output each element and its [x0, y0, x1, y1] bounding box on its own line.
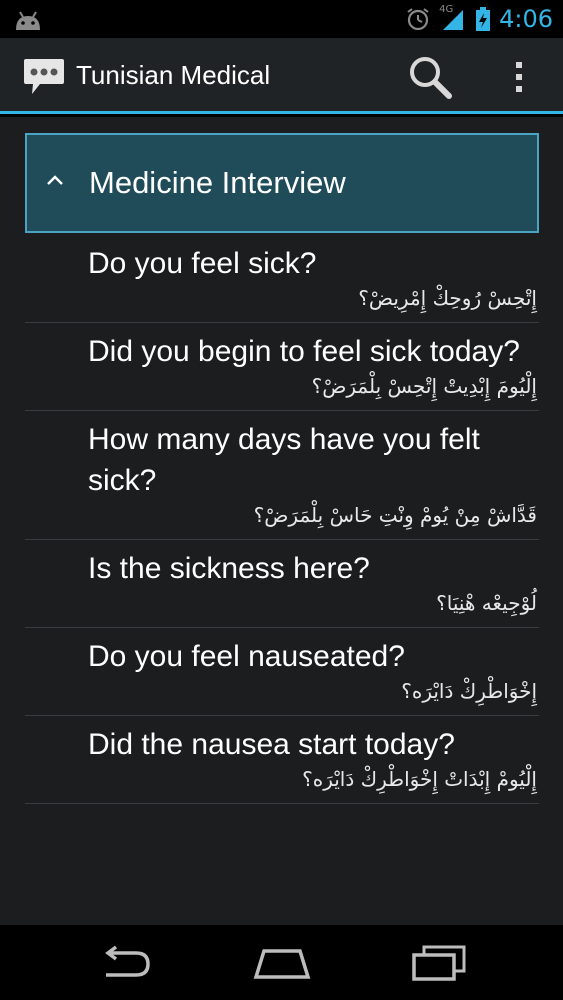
navigation-bar: [0, 925, 563, 1000]
english-phrase: Is the sickness here?: [88, 552, 370, 585]
content-area: Medicine Interview Do you feel sick? إِت…: [0, 117, 563, 925]
list-item[interactable]: Do you feel nauseated? إِخْوَاطْرِكْ دَا…: [25, 628, 539, 716]
english-phrase: Did the nausea start today?: [88, 728, 455, 761]
group-title: Medicine Interview: [89, 165, 346, 200]
overflow-menu-icon[interactable]: [506, 52, 532, 102]
list-item[interactable]: Is the sickness here? لُوْجِيعْه هْنِيَا…: [25, 540, 539, 628]
chevron-up-icon: [47, 175, 63, 185]
battery-icon: [476, 7, 491, 31]
recent-apps-icon[interactable]: [410, 945, 468, 981]
list-item[interactable]: Did the nausea start today? إِلْيُومْ إِ…: [25, 716, 539, 804]
arabic-phrase: إِلْيُومَ إِبْدِيتْ إِتْحِسْ بِلْمَرَضْ؟: [311, 374, 537, 398]
app-title: Tunisian Medical: [76, 60, 271, 90]
clock: 4:06: [499, 5, 553, 33]
group-header-medicine-interview[interactable]: Medicine Interview: [25, 133, 539, 233]
back-icon[interactable]: [96, 945, 154, 981]
english-phrase: How many days have you felt sick?: [88, 423, 480, 497]
arabic-phrase: لُوْجِيعْه هْنِيَا؟: [436, 591, 537, 615]
status-bar: 4G 4:06: [0, 0, 563, 38]
arabic-phrase: إِخْوَاطْرِكْ دَايْرَه؟: [401, 679, 537, 703]
phrase-list: Do you feel sick? إِتْحِسْ رُوحِكْ إِمْر…: [25, 235, 539, 804]
chat-bubble-icon: [24, 59, 64, 94]
list-item[interactable]: Do you feel sick? إِتْحِسْ رُوحِكْ إِمْر…: [25, 235, 539, 323]
signal-icon: 4G: [439, 4, 467, 32]
search-icon[interactable]: [405, 52, 457, 102]
english-phrase: Do you feel nauseated?: [88, 640, 405, 673]
home-icon[interactable]: [252, 945, 312, 981]
arabic-phrase: إِلْيُومْ إِبْدَاتْ إِخْوَاطْرِكْ دَايْر…: [302, 767, 537, 791]
android-icon: [16, 11, 40, 30]
arabic-phrase: إِتْحِسْ رُوحِكْ إِمْرِيضْ؟: [358, 286, 537, 310]
list-item[interactable]: How many days have you felt sick? قَدَّا…: [25, 411, 539, 540]
english-phrase: Do you feel sick?: [88, 247, 317, 280]
alarm-icon: [407, 8, 429, 31]
list-item[interactable]: Did you begin to feel sick today? إِلْيُ…: [25, 323, 539, 411]
english-phrase: Did you begin to feel sick today?: [88, 335, 520, 368]
arabic-phrase: قَدَّاشْ مِنْ يُومْ وِنْتِ حَاسْ بِلْمَر…: [253, 503, 537, 527]
action-bar: Tunisian Medical: [0, 38, 563, 114]
